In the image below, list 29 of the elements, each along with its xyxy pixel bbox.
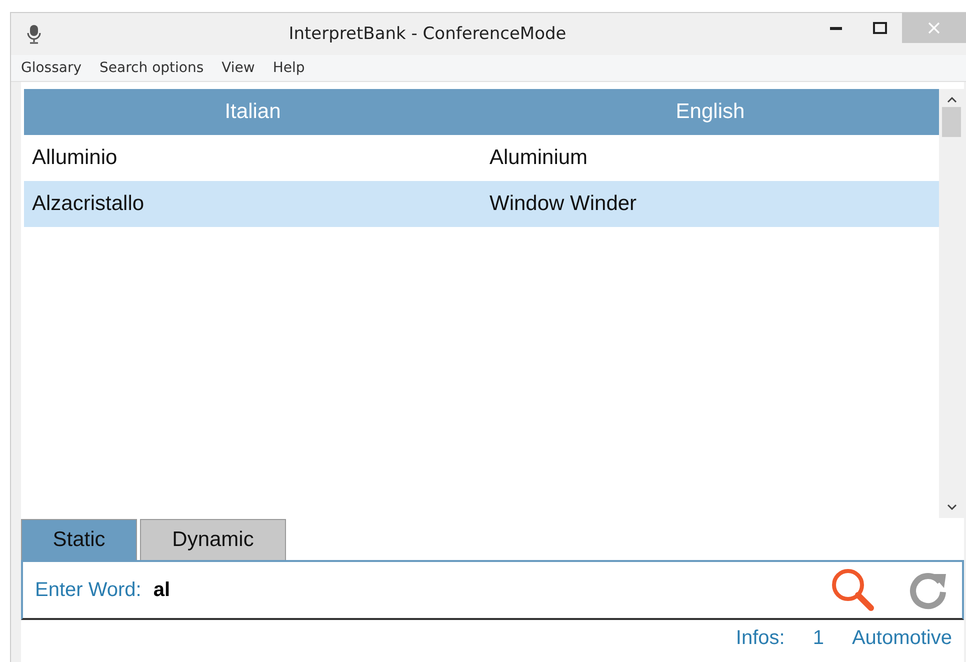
scrollbar[interactable]: [939, 89, 964, 518]
table-cell-text: Alluminio: [31, 146, 118, 170]
status-count: 1: [812, 626, 824, 650]
maximize-icon: [873, 22, 887, 34]
menu-item[interactable]: View: [222, 60, 255, 76]
chevron-up-icon[interactable]: [946, 97, 956, 103]
status-label: Infos:: [736, 626, 785, 650]
menu-item[interactable]: Search options: [100, 60, 204, 76]
tab[interactable]: Dynamic: [140, 519, 286, 560]
minimize-icon: [830, 26, 842, 30]
table-cell-text: Alzacristallo: [31, 192, 146, 216]
close-icon: [928, 22, 940, 34]
chevron-down-icon[interactable]: [946, 504, 956, 510]
column-header: Italian: [224, 100, 282, 124]
field-label: Enter Word:: [35, 578, 142, 602]
menu-item[interactable]: Glossary: [21, 60, 82, 76]
field-value: al: [153, 578, 172, 602]
microphone-icon: [27, 24, 41, 44]
glossary-name: Automotive: [852, 626, 952, 650]
tab[interactable]: Static: [21, 519, 137, 560]
table-cell-text: Window Winder: [488, 192, 638, 216]
window-title: InterpretBank - ConferenceMode: [288, 24, 568, 44]
search-icon[interactable]: [830, 567, 876, 613]
table-row[interactable]: Alzacristallo Window Winder: [24, 181, 939, 227]
table-cell-text: Aluminium: [488, 146, 589, 170]
menu-item[interactable]: Help: [272, 60, 305, 76]
search-field[interactable]: Enter Word: al: [21, 560, 964, 620]
column-header: English: [674, 100, 746, 124]
scrollbar-thumb[interactable]: [942, 107, 961, 137]
